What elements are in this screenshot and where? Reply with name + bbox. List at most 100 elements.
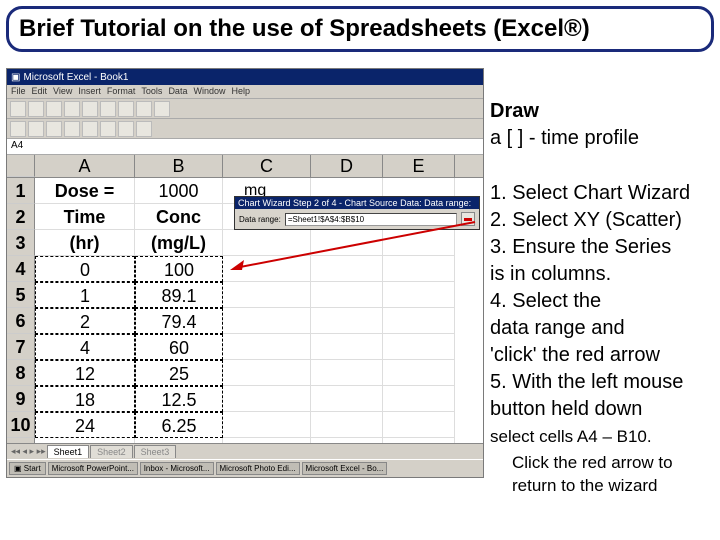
menu-data[interactable]: Data <box>168 86 187 97</box>
col-head-c[interactable]: C <box>223 155 311 177</box>
cell-b4[interactable]: 100 <box>135 256 223 282</box>
cell-b2[interactable]: Conc <box>135 204 223 230</box>
cell-d10[interactable] <box>311 412 383 438</box>
menu-insert[interactable]: Insert <box>78 86 101 97</box>
cell-a3[interactable]: (hr) <box>35 230 135 256</box>
cell-a4[interactable]: 0 <box>35 256 135 282</box>
col-head-a[interactable]: A <box>35 155 135 177</box>
tb-align-left-icon[interactable] <box>64 121 80 137</box>
tb-new-icon[interactable] <box>10 101 26 117</box>
excel-menubar[interactable]: File Edit View Insert Format Tools Data … <box>7 85 483 99</box>
cell-a1[interactable]: Dose = <box>35 178 135 204</box>
menu-view[interactable]: View <box>53 86 72 97</box>
cell-d5[interactable] <box>311 282 383 308</box>
tb-save-icon[interactable] <box>46 101 62 117</box>
cell-e3[interactable] <box>383 230 455 256</box>
menu-tools[interactable]: Tools <box>141 86 162 97</box>
cell-b1[interactable]: 1000 <box>135 178 223 204</box>
cell-b9[interactable]: 12.5 <box>135 386 223 412</box>
tb-bold-icon[interactable] <box>10 121 26 137</box>
tb-font-color-icon[interactable] <box>136 121 152 137</box>
menu-help[interactable]: Help <box>231 86 250 97</box>
tb-print-icon[interactable] <box>64 101 80 117</box>
col-head-d[interactable]: D <box>311 155 383 177</box>
cell-d6[interactable] <box>311 308 383 334</box>
collapse-dialog-button[interactable] <box>461 212 475 226</box>
row-head[interactable]: 8 <box>7 360 35 386</box>
row-head[interactable]: 4 <box>7 256 35 282</box>
start-button[interactable]: ▣ Start <box>9 462 46 475</box>
cell-e5[interactable] <box>383 282 455 308</box>
row-head[interactable]: 10 <box>7 412 35 438</box>
cell-e7[interactable] <box>383 334 455 360</box>
cell-a9[interactable]: 18 <box>35 386 135 412</box>
task-item[interactable]: Microsoft Photo Edi... <box>216 462 300 475</box>
tb-open-icon[interactable] <box>28 101 44 117</box>
tb-fill-color-icon[interactable] <box>118 121 134 137</box>
menu-window[interactable]: Window <box>193 86 225 97</box>
wizard-range-input[interactable]: =Sheet1!$A$4:$B$10 <box>285 213 457 226</box>
sheet-tab-2[interactable]: Sheet2 <box>90 445 133 458</box>
sheet-tab-1[interactable]: Sheet1 <box>47 445 90 458</box>
cell-c3[interactable] <box>223 230 311 256</box>
menu-edit[interactable]: Edit <box>32 86 48 97</box>
cell-c4[interactable] <box>223 256 311 282</box>
cell-b5[interactable]: 89.1 <box>135 282 223 308</box>
row-head[interactable]: 2 <box>7 204 35 230</box>
tb-align-center-icon[interactable] <box>82 121 98 137</box>
task-item[interactable]: Inbox - Microsoft... <box>140 462 214 475</box>
tb-italic-icon[interactable] <box>28 121 44 137</box>
cell-c7[interactable] <box>223 334 311 360</box>
row-head[interactable]: 9 <box>7 386 35 412</box>
cell-e4[interactable] <box>383 256 455 282</box>
name-box[interactable]: A4 <box>11 140 23 153</box>
cell-a8[interactable]: 12 <box>35 360 135 386</box>
tb-paste-icon[interactable] <box>118 101 134 117</box>
cell-c8[interactable] <box>223 360 311 386</box>
row-head[interactable]: 7 <box>7 334 35 360</box>
row-head[interactable]: 5 <box>7 282 35 308</box>
cell-a6[interactable]: 2 <box>35 308 135 334</box>
cell-a10[interactable]: 24 <box>35 412 135 438</box>
cell-c9[interactable] <box>223 386 311 412</box>
row-head[interactable]: 3 <box>7 230 35 256</box>
cell-b8[interactable]: 25 <box>135 360 223 386</box>
task-item[interactable]: Microsoft PowerPoint... <box>48 462 138 475</box>
cell-a7[interactable]: 4 <box>35 334 135 360</box>
row-head[interactable]: 1 <box>7 178 35 204</box>
tb-cut-icon[interactable] <box>82 101 98 117</box>
cell-e8[interactable] <box>383 360 455 386</box>
cell-e9[interactable] <box>383 386 455 412</box>
menu-format[interactable]: Format <box>107 86 136 97</box>
row-head[interactable]: 6 <box>7 308 35 334</box>
cell-c10[interactable] <box>223 412 311 438</box>
cell-e10[interactable] <box>383 412 455 438</box>
select-all-corner[interactable] <box>7 155 35 177</box>
sheet-tab-3[interactable]: Sheet3 <box>134 445 177 458</box>
cell-b6[interactable]: 79.4 <box>135 308 223 334</box>
chart-wizard-dialog[interactable]: Chart Wizard Step 2 of 4 - Chart Source … <box>234 196 480 230</box>
cell-d8[interactable] <box>311 360 383 386</box>
cell-a2[interactable]: Time <box>35 204 135 230</box>
cell-d7[interactable] <box>311 334 383 360</box>
cell-d3[interactable] <box>311 230 383 256</box>
cell-e6[interactable] <box>383 308 455 334</box>
cell-d9[interactable] <box>311 386 383 412</box>
tb-undo-icon[interactable] <box>136 101 152 117</box>
col-head-e[interactable]: E <box>383 155 455 177</box>
cell-b3[interactable]: (mg/L) <box>135 230 223 256</box>
cell-a5[interactable]: 1 <box>35 282 135 308</box>
col-head-b[interactable]: B <box>135 155 223 177</box>
cell-b10[interactable]: 6.25 <box>135 412 223 438</box>
formula-bar[interactable]: A4 <box>7 139 483 155</box>
task-item[interactable]: Microsoft Excel - Bo... <box>302 462 388 475</box>
cell-b7[interactable]: 60 <box>135 334 223 360</box>
cell-c5[interactable] <box>223 282 311 308</box>
tb-copy-icon[interactable] <box>100 101 116 117</box>
tb-align-right-icon[interactable] <box>100 121 116 137</box>
menu-file[interactable]: File <box>11 86 26 97</box>
cell-d4[interactable] <box>311 256 383 282</box>
tb-underline-icon[interactable] <box>46 121 62 137</box>
cell-c6[interactable] <box>223 308 311 334</box>
tb-chart-wizard-icon[interactable] <box>154 101 170 117</box>
